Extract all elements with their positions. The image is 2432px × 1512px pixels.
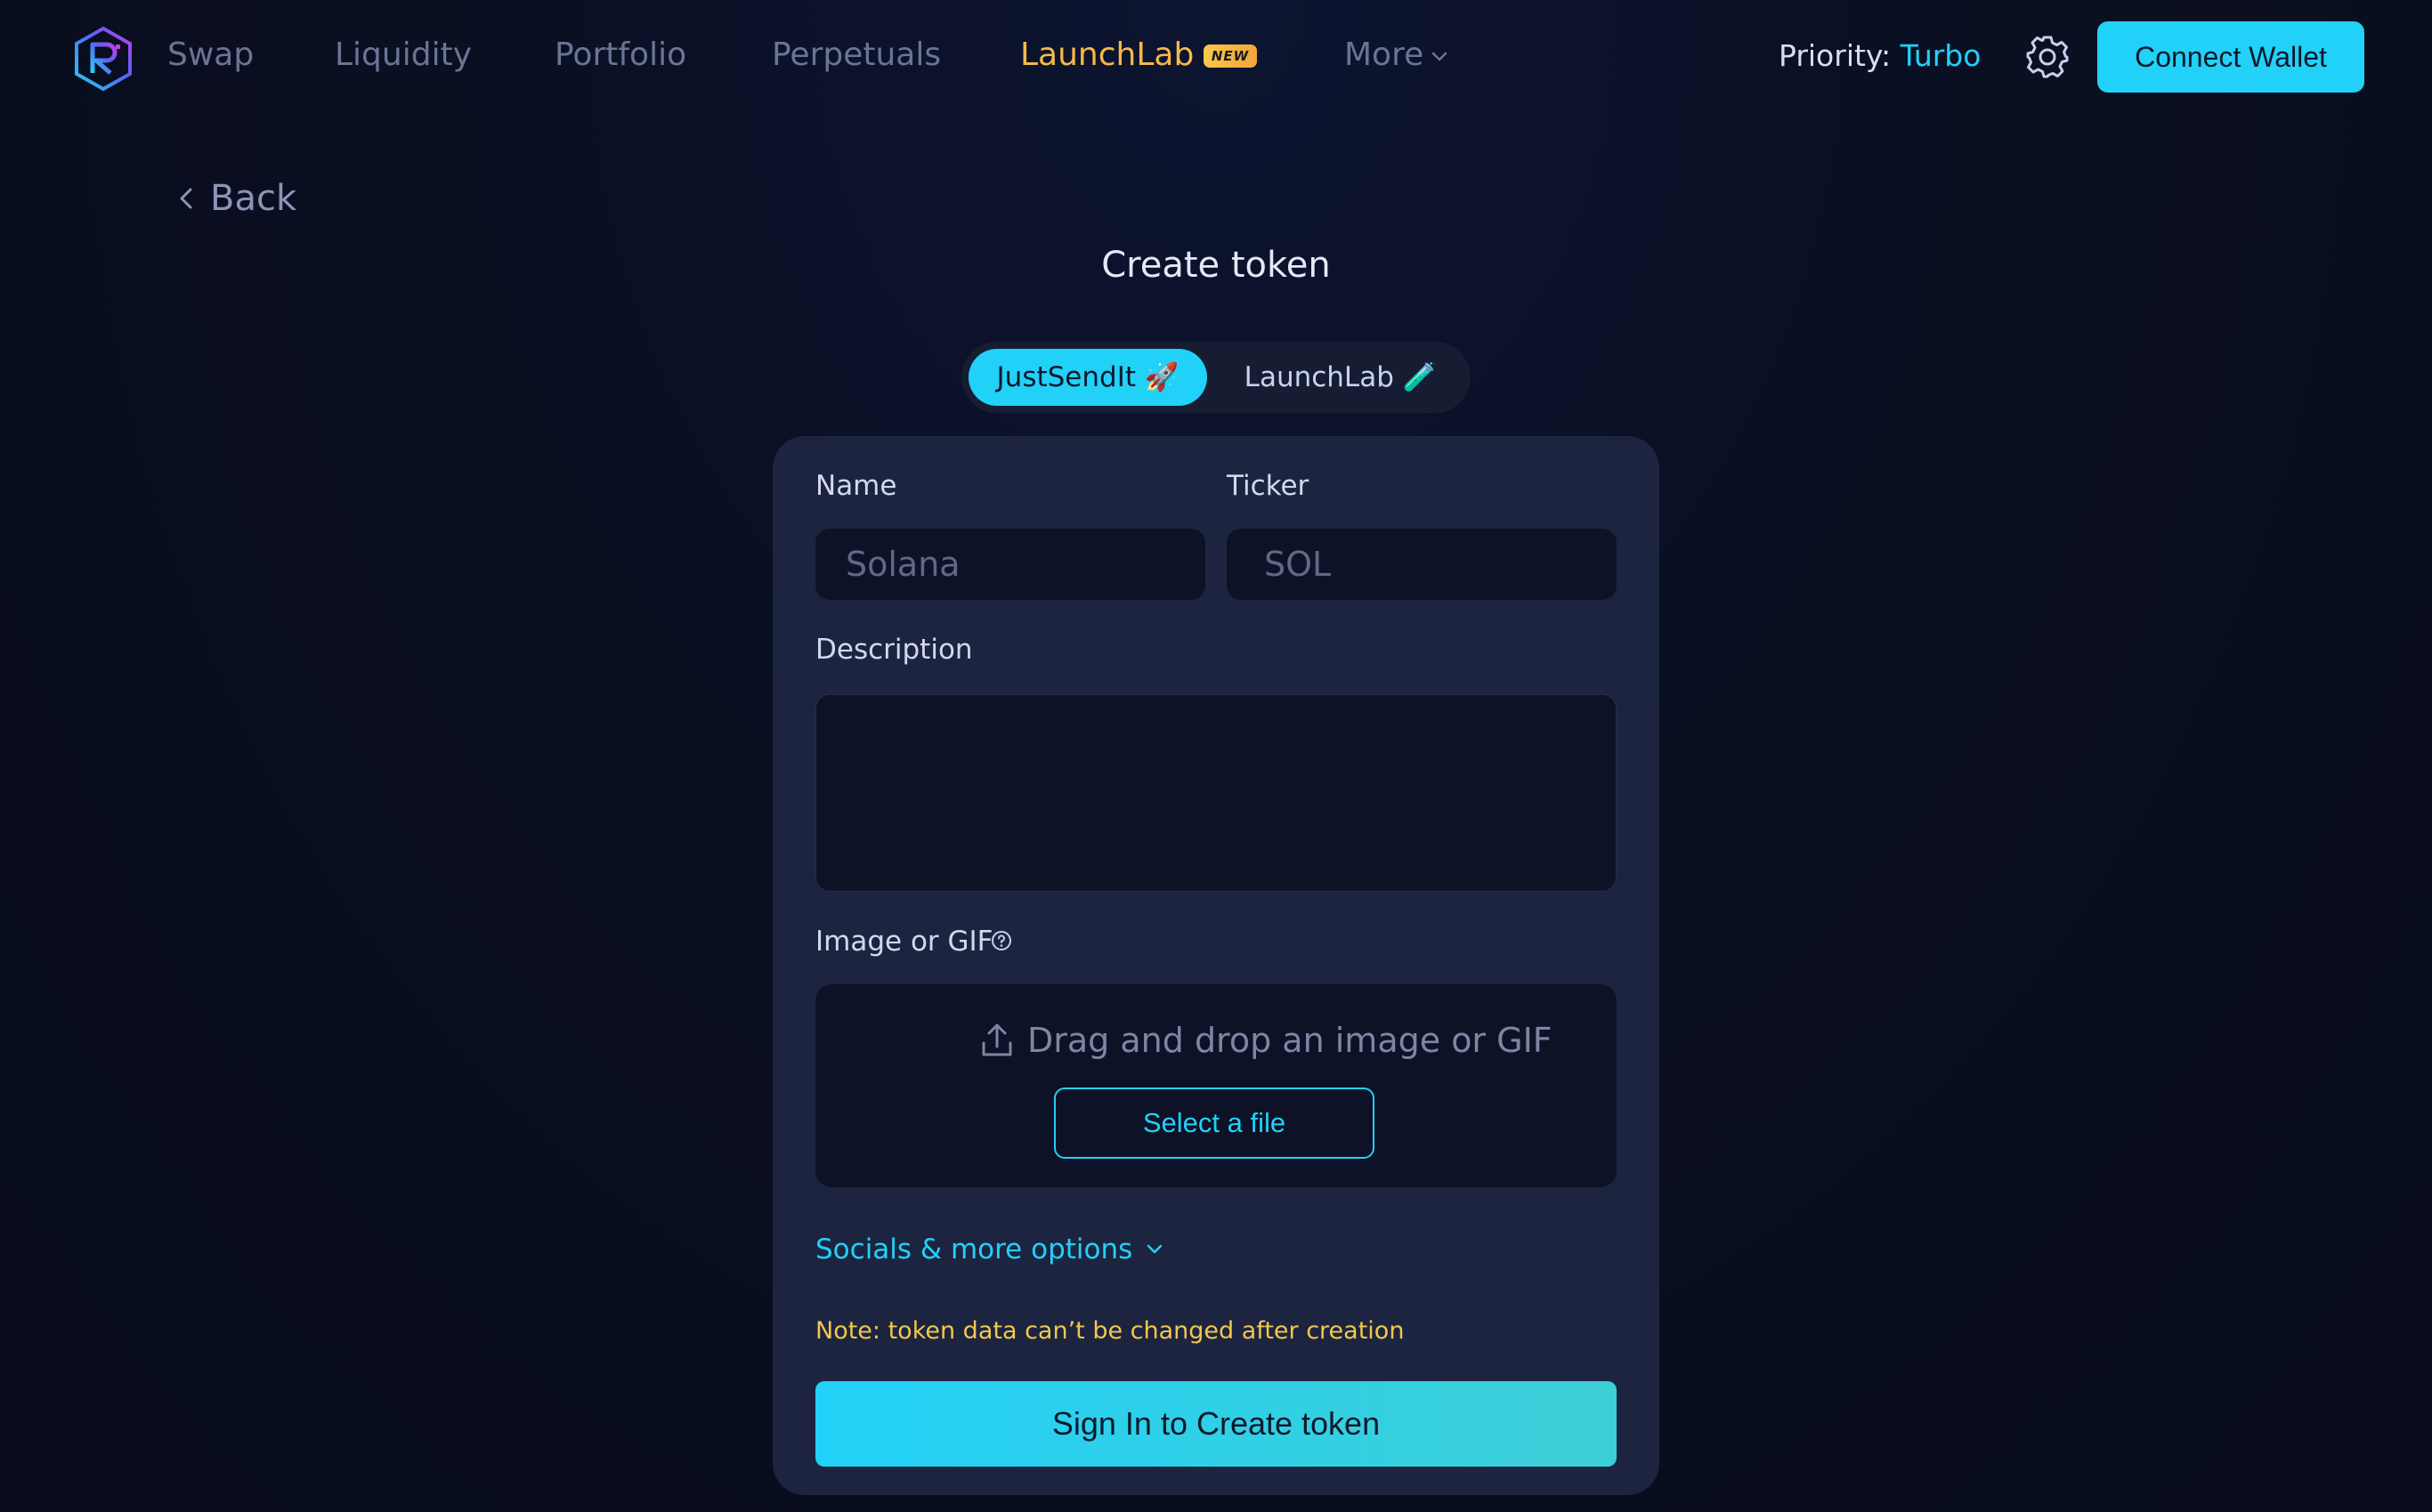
nav-more[interactable]: More	[1344, 34, 1423, 77]
priority-selector[interactable]: Priority: Turbo	[1779, 36, 1981, 77]
priority-label: Priority:	[1779, 38, 1892, 73]
back-label: Back	[210, 178, 297, 219]
raydium-logo[interactable]	[71, 25, 135, 91]
chevron-left-icon	[180, 188, 192, 209]
sign-in-create-token-button[interactable]: Sign In to Create token	[815, 1381, 1617, 1467]
ticker-input[interactable]	[1227, 529, 1617, 600]
nav-swap[interactable]: Swap	[167, 34, 254, 77]
page-title: Create token	[1101, 245, 1331, 286]
top-navigation: Swap Liquidity Portfolio Perpetuals Laun…	[0, 0, 2432, 112]
connect-wallet-button[interactable]: Connect Wallet	[2097, 21, 2364, 93]
new-badge: NEW	[1204, 44, 1257, 68]
image-label: Image or GIF	[815, 926, 993, 958]
nav-launchlab[interactable]: LaunchLab	[1020, 34, 1194, 77]
nav-perpetuals[interactable]: Perpetuals	[772, 34, 941, 77]
description-label: Description	[815, 634, 973, 666]
nav-liquidity[interactable]: Liquidity	[335, 34, 472, 77]
nav-portfolio[interactable]: Portfolio	[555, 34, 686, 77]
mode-toggle: JustSendIt 🚀 LaunchLab 🧪	[961, 342, 1471, 413]
priority-value: Turbo	[1900, 38, 1982, 73]
chevron-down-icon[interactable]	[1430, 46, 1449, 66]
tab-launchlab[interactable]: LaunchLab 🧪	[1216, 349, 1465, 406]
description-input[interactable]	[815, 694, 1617, 892]
name-label: Name	[815, 470, 897, 502]
tab-justsendit[interactable]: JustSendIt 🚀	[969, 349, 1207, 406]
creation-note: Note: token data can’t be changed after …	[815, 1317, 1405, 1345]
dropzone-text: Drag and drop an image or GIF	[1027, 1021, 1552, 1060]
create-token-card: Name Ticker Description Image or GIF Dra…	[773, 436, 1659, 1495]
select-file-button[interactable]: Select a file	[1054, 1088, 1374, 1159]
gear-icon[interactable]	[2024, 34, 2071, 80]
image-dropzone[interactable]: Drag and drop an image or GIF Select a f…	[815, 984, 1617, 1187]
ticker-label: Ticker	[1227, 470, 1309, 502]
socials-options-toggle[interactable]: Socials & more options	[815, 1232, 1132, 1267]
upload-icon	[982, 1023, 1012, 1056]
chevron-down-icon[interactable]	[1143, 1237, 1166, 1260]
name-input[interactable]	[815, 529, 1205, 600]
help-circle-icon[interactable]	[990, 929, 1013, 952]
